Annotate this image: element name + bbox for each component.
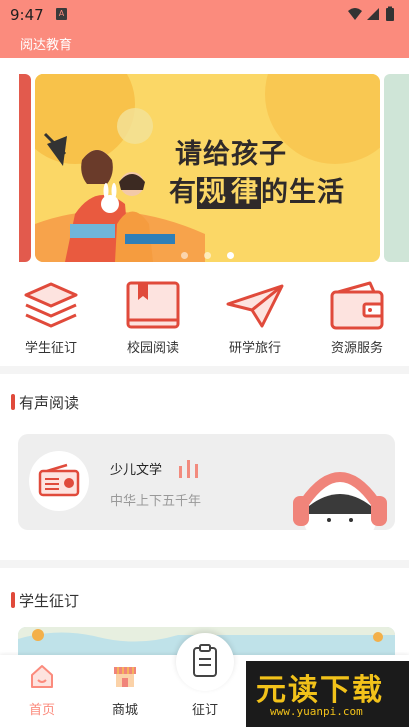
notification-badge: A	[56, 8, 67, 20]
carousel-indicator	[35, 244, 380, 259]
banner-carousel[interactable]: 请给孩子 有规 律的生活	[35, 74, 380, 262]
watermark-text: 元读下载	[256, 673, 384, 708]
audio-card-title: 少儿文学	[110, 463, 163, 478]
section-divider	[0, 560, 409, 568]
carousel-dot[interactable]	[181, 252, 188, 259]
nav-label: 首页	[28, 703, 55, 718]
nav-label: 征订	[191, 703, 218, 718]
audio-card[interactable]: 少儿文学 中华上下五千年	[18, 434, 395, 530]
quick-menu-label: 研学旅行	[228, 341, 281, 356]
carousel-dot[interactable]	[204, 252, 211, 259]
equalizer-icon	[179, 460, 198, 478]
radio-icon	[29, 451, 89, 511]
stack-books-icon	[24, 282, 78, 328]
shop-icon	[114, 667, 136, 687]
section-title-audio: 有声阅读	[19, 394, 80, 412]
headphone-kid-illustration	[293, 472, 387, 530]
banner-highlight-2: 律	[229, 177, 261, 209]
carousel-dot-active[interactable]	[227, 252, 234, 259]
book-bookmark-icon	[126, 281, 180, 329]
wallet-icon	[330, 281, 384, 330]
quick-menu: 学生征订 校园阅读 研学旅行 资源服务	[0, 280, 409, 365]
quick-menu-resource-service[interactable]: 资源服务	[306, 280, 408, 365]
watermark-logo: 元读下载 www.yuanpi.com	[246, 661, 409, 727]
quick-menu-student-subscription[interactable]: 学生征订	[0, 280, 102, 365]
section-accent-bar	[11, 394, 15, 410]
section-title-student: 学生征订	[19, 592, 80, 610]
quick-menu-study-travel[interactable]: 研学旅行	[204, 280, 306, 365]
nav-home[interactable]: 首页	[1, 655, 83, 727]
section-divider	[0, 366, 409, 374]
quick-menu-label: 资源服务	[330, 341, 383, 356]
audio-card-subtitle: 中华上下五千年	[110, 494, 202, 509]
paper-plane-icon	[226, 284, 284, 328]
signal-icon	[367, 8, 379, 20]
wifi-icon	[348, 8, 362, 20]
status-time: 9:47	[10, 6, 44, 24]
banner-text-part: 的生活	[261, 177, 345, 208]
quick-menu-label: 校园阅读	[126, 341, 179, 356]
banner-next-peek[interactable]	[384, 74, 409, 262]
banner-text-part: 有	[169, 177, 197, 208]
status-bar: 9:47 A	[0, 0, 409, 29]
banner-headline-1: 请给孩子	[175, 139, 287, 170]
banner-headline-2: 有规 律的生活	[169, 170, 372, 209]
quick-menu-campus-reading[interactable]: 校园阅读	[102, 280, 204, 365]
nav-shop[interactable]: 商城	[84, 655, 166, 727]
status-icons	[348, 6, 394, 21]
quick-menu-label: 学生征订	[24, 341, 77, 356]
app-title: 阅达教育	[20, 38, 73, 53]
clipboard-icon	[193, 644, 217, 677]
home-icon	[31, 665, 53, 688]
nav-label: 商城	[111, 703, 138, 718]
banner-prev-peek[interactable]	[19, 74, 31, 262]
section-accent-bar	[11, 592, 15, 608]
nav-subscribe-fab[interactable]	[176, 633, 234, 691]
battery-icon	[386, 8, 394, 21]
app-bar: 阅达教育	[0, 29, 409, 58]
watermark-url: www.yuanpi.com	[270, 705, 363, 718]
banner-highlight-1: 规	[197, 177, 229, 209]
